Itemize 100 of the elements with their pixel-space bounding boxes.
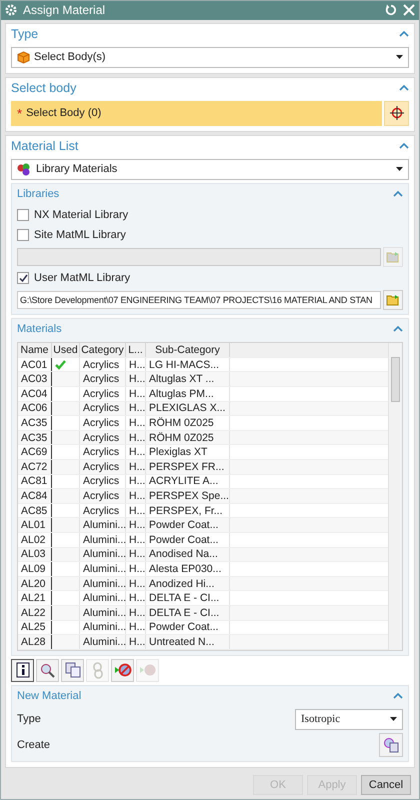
table-cell: Plexiglas XT bbox=[146, 445, 230, 459]
table-cell: LG HI-MACS... bbox=[146, 358, 230, 372]
table-cell: Altuglas XT ... bbox=[146, 372, 230, 386]
path-field[interactable]: G:\Store Development\07 ENGINEERING TEAM\07 PROJECTS\16 MATERIAL AND STAN bbox=[17, 290, 381, 309]
dropdown-arrow-icon bbox=[396, 55, 403, 60]
table-cell: AC72 bbox=[18, 460, 52, 474]
table-cell: Acrylics bbox=[80, 416, 126, 430]
reset-icon[interactable] bbox=[385, 4, 397, 16]
gear-icon bbox=[5, 4, 17, 16]
table-cell: ACRYLITE A... bbox=[146, 474, 230, 488]
cube-icon bbox=[17, 50, 30, 64]
table-cell: AC81 bbox=[18, 474, 52, 488]
table-cell: AC69 bbox=[18, 445, 52, 459]
table-cell: H... bbox=[126, 576, 146, 590]
table-cell: Alumini... bbox=[80, 518, 126, 532]
checkbox-label: User MatML Library bbox=[34, 272, 130, 284]
table-cell: AC84 bbox=[18, 489, 52, 503]
section-title: Select body bbox=[11, 80, 76, 95]
table-cell: H... bbox=[126, 445, 146, 459]
toolbar-button[interactable] bbox=[11, 658, 34, 682]
table-cell: H... bbox=[126, 372, 146, 386]
table-cell: AC04 bbox=[18, 387, 52, 401]
table-cell: H... bbox=[126, 548, 146, 562]
section-title: New Material bbox=[17, 690, 82, 702]
checkbox-label: Site MatML Library bbox=[34, 229, 126, 242]
table-cell: AL01 bbox=[18, 518, 52, 532]
copy-icon bbox=[64, 662, 80, 678]
collapse-icon[interactable] bbox=[399, 142, 409, 150]
collapse-icon[interactable] bbox=[393, 190, 403, 198]
table-cell: Alumini... bbox=[80, 548, 126, 562]
dropdown-arrow-icon bbox=[390, 717, 397, 722]
material-type-dropdown[interactable]: Isotropic bbox=[295, 708, 403, 730]
table-cell: Acrylics bbox=[80, 474, 126, 488]
collapse-icon[interactable] bbox=[393, 692, 403, 700]
table-cell: Acrylics bbox=[80, 402, 126, 416]
table-cell: Acrylics bbox=[80, 387, 126, 401]
table-cell: AL21 bbox=[18, 591, 52, 605]
dialog-button[interactable]: Cancel bbox=[361, 774, 411, 795]
folder-icon bbox=[386, 294, 400, 306]
collapse-icon[interactable] bbox=[393, 325, 403, 332]
checkbox[interactable] bbox=[17, 209, 29, 222]
table-cell: AL25 bbox=[18, 620, 52, 634]
table-cell: AL28 bbox=[18, 635, 52, 649]
table-cell: AL09 bbox=[18, 562, 52, 576]
checkbox[interactable] bbox=[17, 272, 29, 284]
remove-icon bbox=[114, 662, 132, 678]
table-cell: AL22 bbox=[18, 606, 52, 620]
table-cell: H... bbox=[126, 460, 146, 474]
table-cell: H... bbox=[126, 430, 146, 444]
table-cell: AC06 bbox=[18, 402, 52, 416]
table-cell: H... bbox=[126, 635, 146, 649]
type-dropdown[interactable]: Select Body(s) bbox=[11, 46, 409, 68]
column-header[interactable]: Name bbox=[18, 342, 52, 357]
crosshair-icon bbox=[388, 105, 404, 122]
field-label: Type bbox=[17, 713, 41, 726]
table-cell: Anodized Hi... bbox=[146, 576, 230, 590]
collapse-icon[interactable] bbox=[399, 30, 409, 38]
section-title: Materials bbox=[17, 322, 62, 335]
table-cell: H... bbox=[126, 474, 146, 488]
table-cell: Altuglas PM... bbox=[146, 387, 230, 401]
crosshair-button[interactable] bbox=[384, 100, 409, 126]
checkbox[interactable] bbox=[17, 229, 29, 242]
table-cell: H... bbox=[126, 504, 146, 518]
table-cell: Acrylics bbox=[80, 372, 126, 386]
create-material-button[interactable] bbox=[379, 732, 403, 757]
table-cell: AC01 bbox=[18, 358, 52, 372]
column-header[interactable]: Used bbox=[52, 342, 80, 357]
table-cell: H... bbox=[126, 562, 146, 576]
table-cell: Acrylics bbox=[80, 504, 126, 518]
table-cell: Alumini... bbox=[80, 606, 126, 620]
table-cell: H... bbox=[126, 402, 146, 416]
field-label: Create bbox=[17, 738, 50, 751]
table-cell: H... bbox=[126, 620, 146, 634]
material-source-dropdown[interactable]: Library Materials bbox=[11, 158, 409, 180]
table-cell: H... bbox=[126, 387, 146, 401]
table-cell: Acrylics bbox=[80, 445, 126, 459]
chain-link-icon bbox=[92, 662, 104, 679]
section-title: Libraries bbox=[17, 188, 60, 200]
column-header[interactable]: Category bbox=[80, 342, 126, 357]
table-cell: H... bbox=[126, 489, 146, 503]
table-cell: AL02 bbox=[18, 532, 52, 547]
table-cell: Powder Coat... bbox=[146, 620, 230, 634]
table-cell: H... bbox=[126, 416, 146, 430]
section-title: Material List bbox=[11, 138, 78, 153]
checkbox-label: NX Material Library bbox=[34, 209, 128, 222]
select-body-field[interactable]: * Select Body (0) bbox=[11, 100, 382, 126]
column-header[interactable]: L... bbox=[126, 342, 146, 357]
collapse-icon[interactable] bbox=[399, 84, 409, 92]
table-cell: Untreated N... bbox=[146, 635, 230, 649]
table-cell: AC35 bbox=[18, 430, 52, 444]
table-cell: AL03 bbox=[18, 548, 52, 562]
table-cell: Alumini... bbox=[80, 576, 126, 590]
table-cell: Alumini... bbox=[80, 620, 126, 634]
table-cell: PERSPEX Spe... bbox=[146, 489, 230, 503]
table-cell: Acrylics bbox=[80, 489, 126, 503]
folder-button[interactable] bbox=[383, 290, 403, 310]
close-icon[interactable] bbox=[403, 4, 415, 16]
section-title: Type bbox=[11, 26, 38, 41]
materials-icon bbox=[17, 162, 32, 176]
table-cell: AC85 bbox=[18, 504, 52, 518]
